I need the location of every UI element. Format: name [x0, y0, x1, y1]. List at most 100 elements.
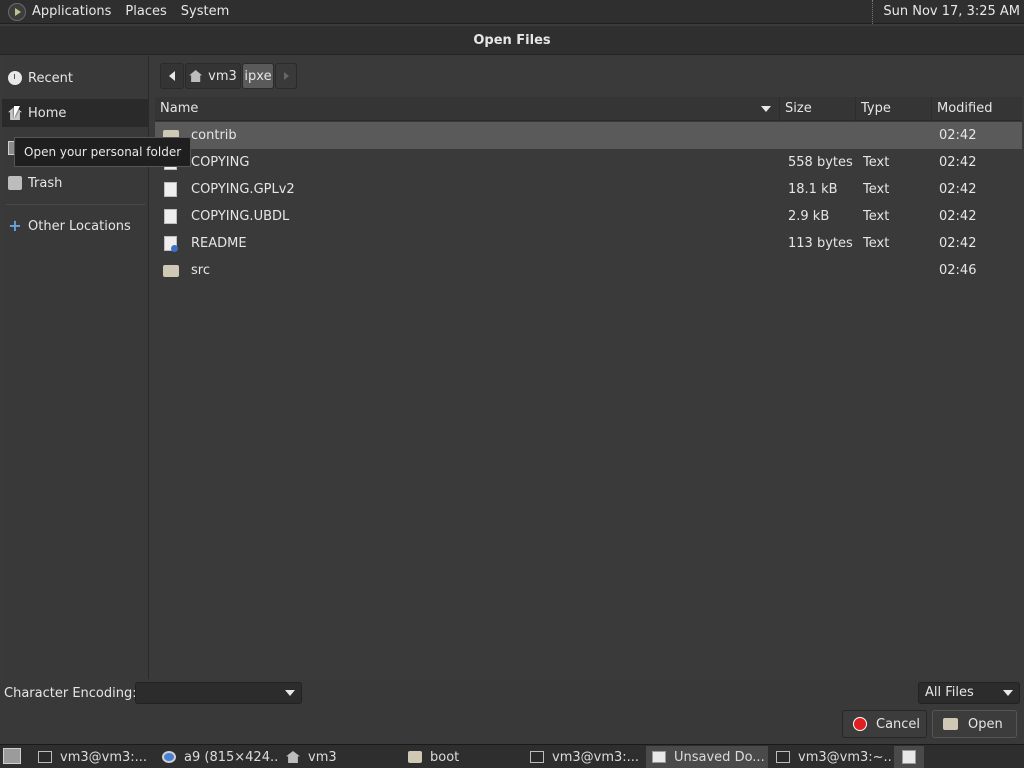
file-name: COPYING	[191, 155, 250, 170]
file-size: 18.1 kB	[788, 182, 838, 197]
taskbar-item-label: vm3@vm3:~...	[798, 749, 892, 765]
sidebar-item-label: Home	[28, 105, 67, 121]
file-modified: 02:42	[939, 128, 977, 143]
file-modified: 02:42	[939, 155, 977, 170]
dialog-title: Open Files	[0, 26, 1024, 55]
sidebar-separator	[6, 204, 145, 205]
taskbar-item-label: boot	[430, 749, 460, 765]
sidebar-item-label: Recent	[28, 70, 73, 86]
clock[interactable]: Sun Nov 17, 3:25 AM	[872, 0, 1020, 24]
tooltip: Open your personal folder	[14, 137, 191, 167]
file-row[interactable]: src 02:46	[155, 257, 1022, 284]
sidebar-item-other-locations[interactable]: + Other Locations	[2, 212, 149, 240]
taskbar-item[interactable]: Unsaved Do...	[646, 746, 768, 768]
taskbar-item[interactable]: vm3@vm3:...	[524, 746, 644, 768]
document-icon	[164, 209, 177, 224]
cancel-icon	[853, 717, 867, 731]
recent-icon	[8, 71, 22, 85]
file-name: COPYING.GPLv2	[191, 182, 295, 197]
file-size: 558 bytes	[788, 155, 853, 170]
sidebar-item-recent[interactable]: Recent	[2, 64, 149, 92]
terminal-icon	[530, 751, 544, 763]
taskbar-item-label: vm3@vm3:...	[60, 749, 148, 765]
cancel-button-label: Cancel	[876, 716, 921, 732]
file-type: Text	[863, 155, 890, 170]
file-type: Text	[863, 182, 890, 197]
open-button-label: Open	[968, 716, 1003, 732]
cancel-button[interactable]: Cancel	[842, 710, 927, 738]
column-modified-header[interactable]: Modified	[932, 97, 1022, 121]
path-segment-vm3[interactable]: vm3	[185, 63, 241, 89]
menu-system[interactable]: System	[181, 4, 229, 19]
menu-places[interactable]: Places	[125, 4, 166, 19]
dialog-footer: Character Encoding: All Files Cancel Ope…	[0, 679, 1024, 744]
column-type-header[interactable]: Type	[856, 97, 932, 121]
chevron-down-icon	[1003, 690, 1013, 696]
sidebar-item-label: Trash	[28, 175, 63, 191]
folder-icon	[163, 265, 179, 277]
home-folder-icon	[286, 751, 300, 763]
file-name: COPYING.UBDL	[191, 209, 290, 224]
path-segment-label: ipxe	[244, 68, 272, 84]
chevron-down-icon	[285, 690, 295, 696]
sidebar-item-label: Other Locations	[28, 218, 131, 234]
panel-menu-bar: Applications Places System	[0, 0, 243, 24]
file-modified: 02:42	[939, 209, 977, 224]
mouse-cursor-icon	[14, 106, 20, 118]
path-segment-label: vm3	[208, 68, 237, 84]
trash-icon	[8, 176, 22, 190]
file-row[interactable]: COPYING 558 bytes Text 02:42	[155, 149, 1022, 176]
taskbar-item-label: Unsaved Do...	[674, 749, 765, 765]
file-row[interactable]: contrib 02:42	[155, 122, 1022, 149]
taskbar-item[interactable]: vm3@vm3:~...	[770, 746, 892, 768]
file-type: Text	[863, 236, 890, 251]
file-row[interactable]: COPYING.UBDL 2.9 kB Text 02:42	[155, 203, 1022, 230]
path-segment-ipxe[interactable]: ipxe	[242, 63, 274, 89]
home-icon	[189, 70, 203, 82]
taskbar-item[interactable]: vm3@vm3:...	[32, 746, 154, 768]
file-filter-select[interactable]: All Files	[918, 682, 1020, 704]
file-modified: 02:42	[939, 182, 977, 197]
taskbar-item[interactable]: vm3	[280, 746, 400, 768]
sidebar-item-trash[interactable]: Trash	[2, 169, 149, 197]
taskbar-item-label: vm3	[308, 749, 337, 765]
column-name-header[interactable]: Name	[155, 97, 780, 121]
file-name: contrib	[191, 128, 237, 143]
taskbar-item-label: a9 (815×424...	[184, 749, 278, 765]
top-panel: Applications Places System Sun Nov 17, 3…	[0, 0, 1024, 24]
show-desktop-icon[interactable]	[3, 748, 21, 764]
chrome-icon	[162, 751, 176, 763]
taskbar: vm3@vm3:... a9 (815×424... vm3 boot vm3@…	[0, 744, 1024, 768]
sidebar-item-home[interactable]: Home	[2, 99, 149, 127]
plus-icon: +	[8, 216, 22, 235]
taskbar-item[interactable]: a9 (815×424...	[156, 746, 278, 768]
open-button[interactable]: Open	[932, 710, 1017, 738]
distro-logo-icon[interactable]	[8, 2, 26, 21]
taskbar-item[interactable]: boot	[402, 746, 522, 768]
text-editor-icon	[652, 751, 666, 763]
character-encoding-label: Character Encoding:	[4, 686, 137, 701]
open-folder-icon	[943, 718, 958, 730]
file-filter-value: All Files	[925, 685, 974, 700]
text-editor-icon	[902, 750, 916, 764]
path-scroll-left-button[interactable]	[160, 63, 184, 89]
file-size: 113 bytes	[788, 236, 853, 251]
file-list: Name Size Type Modified contrib 02:42 CO…	[155, 97, 1022, 679]
file-type: Text	[863, 209, 890, 224]
terminal-icon	[38, 751, 52, 763]
column-size-header[interactable]: Size	[780, 97, 856, 121]
file-row[interactable]: COPYING.GPLv2 18.1 kB Text 02:42	[155, 176, 1022, 203]
folder-icon	[408, 751, 422, 763]
document-icon	[164, 182, 177, 197]
file-row[interactable]: README 113 bytes Text 02:42	[155, 230, 1022, 257]
taskbar-editor-launcher[interactable]	[894, 746, 924, 768]
character-encoding-select[interactable]	[135, 682, 302, 704]
file-size: 2.9 kB	[788, 209, 830, 224]
column-header: Name Size Type Modified	[155, 97, 1022, 121]
menu-applications[interactable]: Applications	[32, 4, 111, 19]
file-modified: 02:46	[939, 263, 977, 278]
path-bar: vm3 ipxe	[160, 62, 297, 90]
path-scroll-right-button[interactable]	[275, 63, 297, 89]
readme-icon	[164, 236, 178, 252]
file-name: src	[191, 263, 210, 278]
